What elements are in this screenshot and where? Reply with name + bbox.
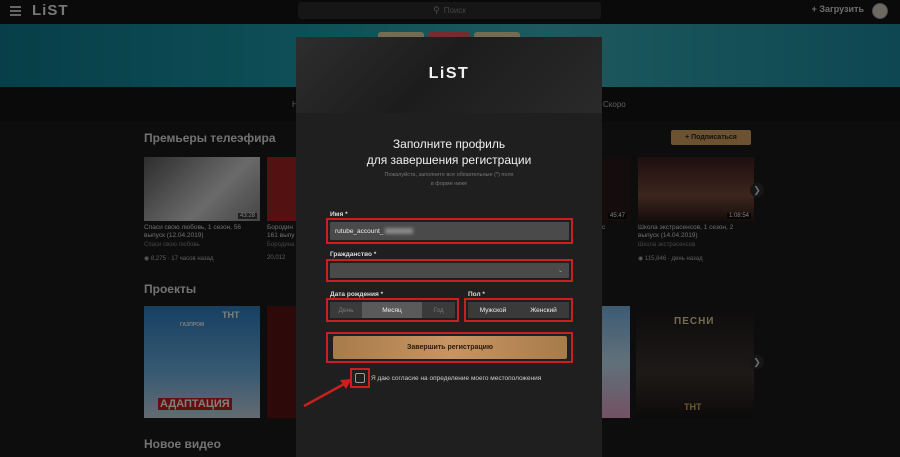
gender-label: Пол * [468,291,485,298]
citizenship-select[interactable]: ⌄ [330,263,569,278]
day-select[interactable]: День [330,302,362,318]
annotation-arrow-icon [303,379,352,408]
gender-male-option[interactable]: Мужской [468,302,518,318]
birthdate-label: Дата рождения * [330,291,384,298]
blurred-text [385,228,414,234]
gender-female-option[interactable]: Женский [518,302,569,318]
citizenship-label: Гражданство * [330,251,377,258]
name-label: Имя * [330,211,348,218]
modal-logo: LiST [428,65,470,82]
name-input[interactable]: rutube_account_ [330,222,569,240]
geolocation-consent-label[interactable]: Я даю согласие на определение моего мест… [371,375,541,382]
chevron-down-icon: ⌄ [557,268,563,274]
modal-title: Заполните профиль для завершения регистр… [366,137,532,167]
complete-registration-button[interactable]: Завершить регистрацию [333,336,567,359]
geolocation-consent-checkbox[interactable] [355,373,365,383]
year-select[interactable]: Год [422,302,455,318]
modal-note: Пожалуйста, заполните все обязательные (… [384,172,514,187]
month-select[interactable]: Месяц [362,302,422,318]
